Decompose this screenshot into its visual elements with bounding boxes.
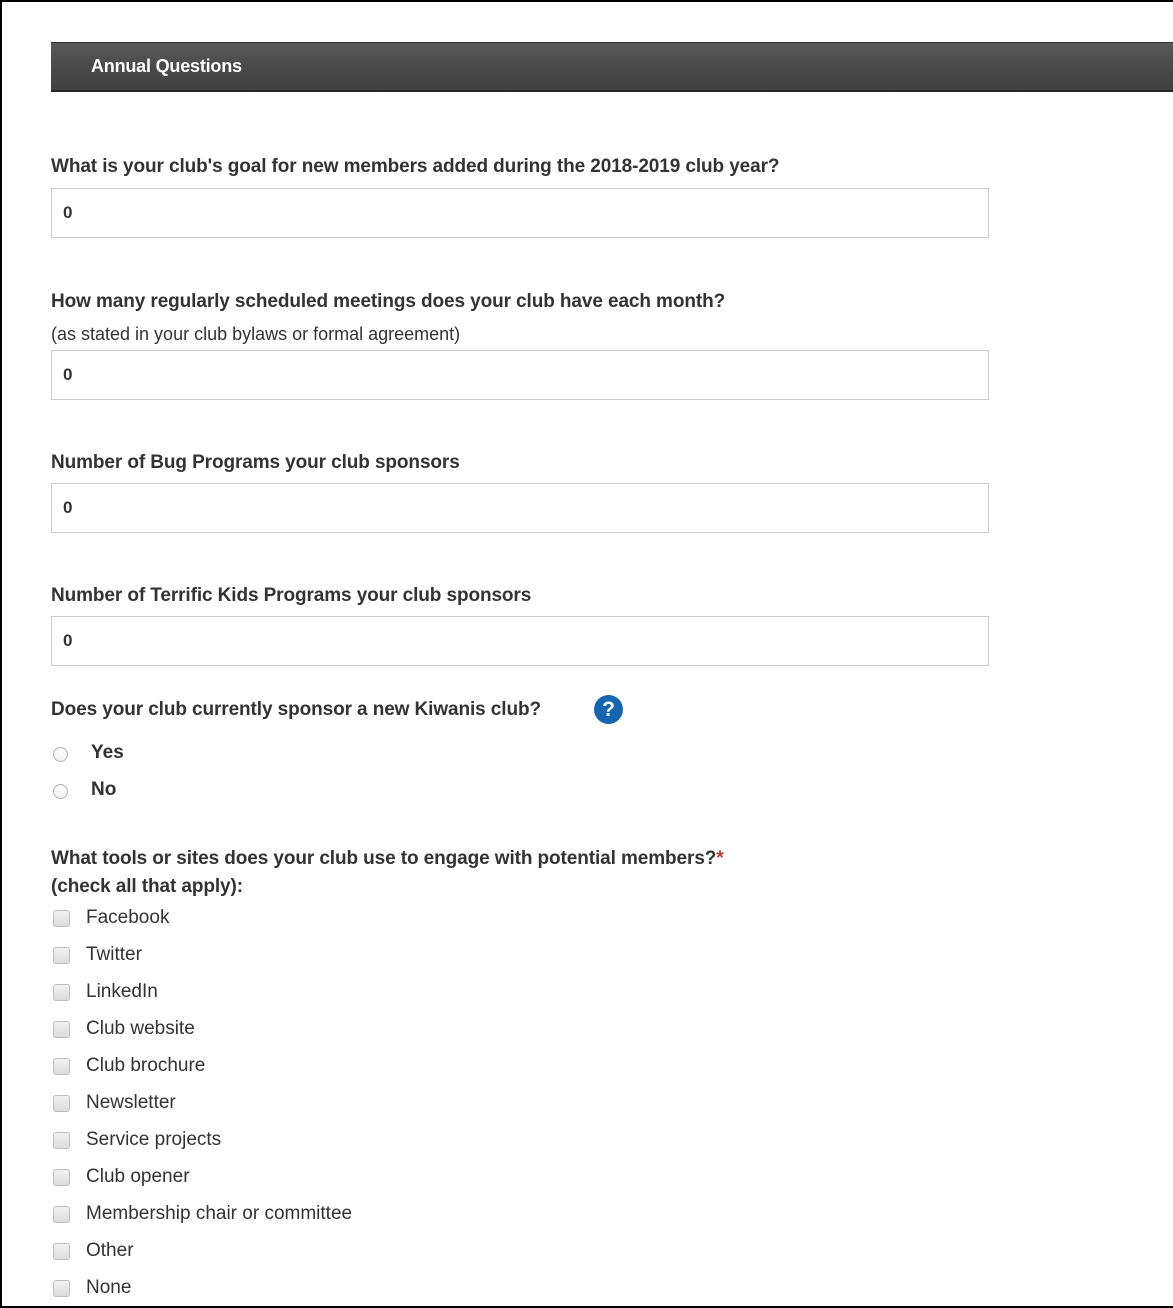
tools-question-label: What tools or sites does your club use t… [51, 848, 724, 870]
checkbox-label: Club opener [86, 1166, 190, 1187]
checkbox[interactable] [53, 1169, 70, 1186]
checkbox-label: Newsletter [86, 1092, 176, 1113]
terrific-kids-question-label: Number of Terrific Kids Programs your cl… [51, 585, 532, 606]
radio-button[interactable] [53, 747, 68, 762]
checkbox-label: Other [86, 1240, 134, 1261]
checkbox[interactable] [53, 1095, 70, 1112]
radio-button[interactable] [53, 784, 68, 799]
checkbox[interactable] [53, 1058, 70, 1075]
bug-programs-input[interactable] [51, 483, 989, 533]
bug-programs-question-label: Number of Bug Programs your club sponsor… [51, 452, 460, 473]
tools-question-text: What tools or sites does your club use t… [51, 848, 717, 869]
radio-label: Yes [91, 742, 124, 763]
checkbox[interactable] [53, 1243, 70, 1260]
meetings-input[interactable] [51, 350, 989, 400]
checkbox-label: Club website [86, 1018, 195, 1039]
goal-question-label: What is your club's goal for new members… [51, 156, 780, 177]
checkbox-label: Service projects [86, 1129, 222, 1150]
checkbox[interactable] [53, 910, 70, 927]
sponsor-new-club-question-label: Does your club currently sponsor a new K… [51, 699, 541, 720]
radio-label: No [91, 779, 117, 800]
checkbox-label: Club brochure [86, 1055, 206, 1076]
terrific-kids-input[interactable] [51, 616, 989, 666]
meetings-question-label: How many regularly scheduled meetings do… [51, 291, 726, 312]
checkbox[interactable] [53, 984, 70, 1001]
checkbox[interactable] [53, 1132, 70, 1149]
checkbox-label: LinkedIn [86, 981, 158, 1002]
required-marker: * [716, 848, 724, 869]
checkbox[interactable] [53, 1021, 70, 1038]
checkbox[interactable] [53, 1206, 70, 1223]
tools-question-note: (check all that apply): [51, 876, 243, 897]
checkbox-label: Facebook [86, 907, 170, 928]
checkbox-label: Membership chair or committee [86, 1203, 353, 1224]
checkbox-label: None [86, 1277, 132, 1298]
question-circle-icon[interactable]: ? [594, 695, 623, 724]
section-title: Annual Questions [91, 56, 242, 76]
checkbox[interactable] [53, 947, 70, 964]
checkbox-label: Twitter [86, 944, 142, 965]
checkbox[interactable] [53, 1280, 70, 1297]
goal-input[interactable] [51, 188, 989, 238]
section-header: Annual Questions [51, 42, 1173, 92]
meetings-question-note: (as stated in your club bylaws or formal… [51, 324, 461, 344]
